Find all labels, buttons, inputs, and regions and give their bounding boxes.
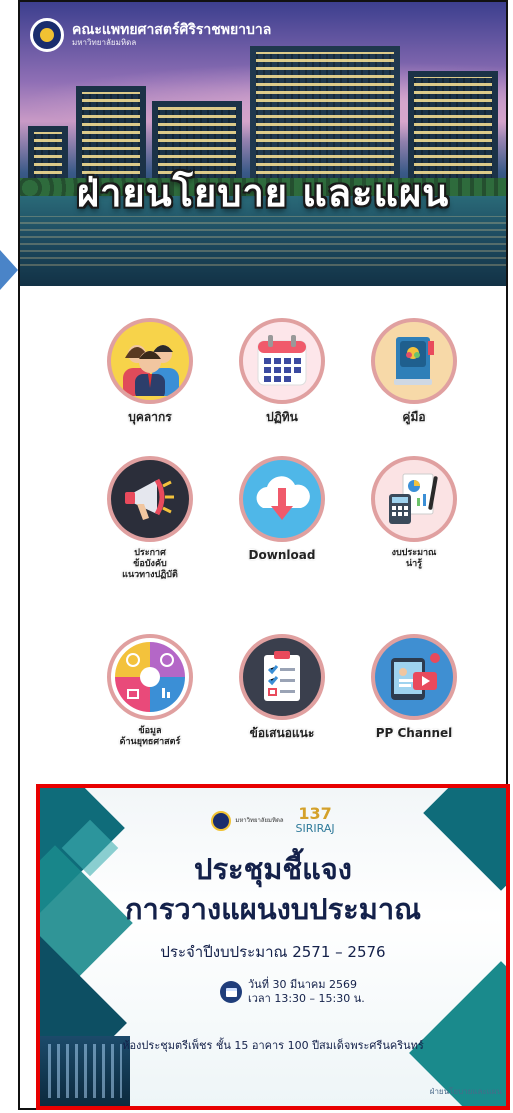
budget-calculator-icon <box>371 456 457 542</box>
menu-item-budget[interactable]: งบประมาณ น่ารู้ <box>356 456 472 628</box>
siriraj-logo: SIRIRAJ <box>295 822 335 835</box>
menu-label: ปฏิทิน <box>266 410 298 424</box>
menu-label: งบประมาณ น่ารู้ <box>391 548 437 569</box>
menu-label: PP Channel <box>375 726 453 740</box>
menu-label: ข้อมูล ด้านยุทธศาสตร์ <box>119 726 181 747</box>
menu-label: บุคลากร <box>128 410 172 424</box>
book-icon <box>371 318 457 404</box>
cloud-download-icon <box>239 456 325 542</box>
university-name: มหาวิทยาลัยมหิดล <box>72 38 137 47</box>
video-channel-icon <box>371 634 457 720</box>
banner-footer: ฝ่ายนโยบายและแผน <box>429 1087 502 1096</box>
university-seal-icon <box>30 18 64 52</box>
strategy-icon <box>107 634 193 720</box>
menu-item-personnel[interactable]: บุคลากร <box>92 318 208 450</box>
hero-banner: คณะแพทยศาสตร์ศิริราชพยาบาล มหาวิทยาลัยมห… <box>20 2 506 286</box>
event-time: เวลา 13:30 – 15:30 น. <box>248 992 365 1005</box>
page-title: ฝ่ายนโยบาย และแผน <box>76 171 450 215</box>
side-arrow <box>0 250 18 290</box>
people-icon <box>107 318 193 404</box>
menu-grid: บุคลากร ปฏิทิน คู่มือ ประกาศ ข้อบังคับ แ… <box>92 318 472 784</box>
calendar-icon <box>239 318 325 404</box>
menu-item-strategy[interactable]: ข้อมูล ด้านยุทธศาสตร์ <box>92 634 208 784</box>
menu-label: ประกาศ ข้อบังคับ แนวทางปฏิบัติ <box>122 548 178 580</box>
anniversary-logo: 137 <box>298 804 332 823</box>
fiscal-years: ประจำปีงบประมาณ 2571 – 2576 <box>160 943 386 961</box>
menu-row: ประกาศ ข้อบังคับ แนวทางปฏิบัติ Download <box>92 456 472 628</box>
faculty-brand[interactable]: คณะแพทยศาสตร์ศิริราชพยาบาล มหาวิทยาลัยมห… <box>30 18 271 52</box>
menu-row: บุคลากร ปฏิทิน คู่มือ <box>92 318 472 450</box>
mahidol-seal-icon <box>211 810 232 831</box>
org-small: มหาวิทยาลัยมหิดล <box>235 817 284 824</box>
menu-label: ข้อเสนอแนะ <box>249 726 315 740</box>
menu-label: Download <box>248 548 316 562</box>
menu-item-announcements[interactable]: ประกาศ ข้อบังคับ แนวทางปฏิบัติ <box>92 456 208 628</box>
menu-item-download[interactable]: Download <box>224 456 340 628</box>
banner-logos: มหาวิทยาลัยมหิดล 137 SIRIRAJ <box>40 806 506 835</box>
announcement-banner[interactable]: มหาวิทยาลัยมหิดล 137 SIRIRAJ ประชุมชี้แจ… <box>36 784 510 1110</box>
menu-item-calendar[interactable]: ปฏิทิน <box>224 318 340 450</box>
calendar-icon <box>220 981 242 1003</box>
event-date: วันที่ 30 มีนาคม 2569 <box>248 978 357 991</box>
menu-item-manual[interactable]: คู่มือ <box>356 318 472 450</box>
event-venue: ห้องประชุมตรีเพ็ชร ชั้น 15 อาคาร 100 ปีส… <box>122 1039 424 1052</box>
megaphone-icon <box>107 456 193 542</box>
menu-row: ข้อมูล ด้านยุทธศาสตร์ ข้อเสนอแนะ PP Chan… <box>92 634 472 784</box>
menu-label: คู่มือ <box>402 410 426 424</box>
clipboard-checklist-icon <box>239 634 325 720</box>
faculty-name: คณะแพทยศาสตร์ศิริราชพยาบาล <box>72 22 272 38</box>
menu-item-feedback[interactable]: ข้อเสนอแนะ <box>224 634 340 784</box>
date-time: วันที่ 30 มีนาคม 2569 เวลา 13:30 – 15:30… <box>220 978 365 1006</box>
banner-title-line2: การวางแผนงบประมาณ <box>124 892 422 926</box>
menu-item-pp-channel[interactable]: PP Channel <box>356 634 472 784</box>
